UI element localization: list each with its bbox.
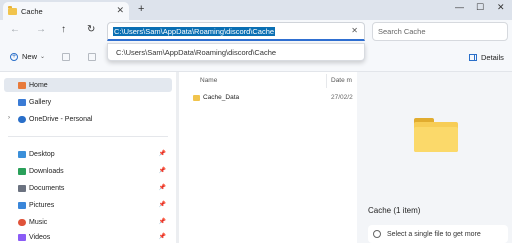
music-icon	[18, 218, 26, 226]
sidebar-item-label: OneDrive - Personal	[29, 115, 93, 123]
sidebar-item-label: Videos	[29, 233, 51, 241]
cut-icon[interactable]	[62, 53, 70, 61]
chevron-right-icon[interactable]: ›	[8, 115, 10, 121]
column-header-name[interactable]: Name	[200, 77, 217, 84]
new-button[interactable]: + New ⌄	[10, 52, 45, 61]
column-separator[interactable]	[326, 74, 327, 88]
folder-icon	[8, 5, 17, 15]
sidebar-item-label: Desktop	[29, 150, 55, 158]
search-input[interactable]: Search Cache	[372, 22, 508, 41]
maximize-button[interactable]: ☐	[476, 2, 484, 13]
videos-icon	[18, 233, 26, 241]
download-icon	[18, 167, 26, 175]
sidebar-item-label: Downloads	[29, 167, 64, 175]
address-input[interactable]: C:\Users\Sam\AppData\Roaming\discord\Cac…	[113, 27, 276, 36]
desktop-icon	[18, 150, 26, 158]
clear-address-icon[interactable]: ✕	[351, 26, 358, 35]
pin-icon[interactable]: 📌	[159, 167, 166, 174]
back-button[interactable]: ←	[10, 24, 20, 35]
chevron-down-icon: ⌄	[40, 54, 46, 60]
sidebar-item-pictures[interactable]: Pictures 📌	[4, 198, 172, 212]
plus-icon: +	[10, 52, 18, 61]
file-row[interactable]: Cache_Data	[193, 94, 239, 101]
sidebar-item-downloads[interactable]: Downloads 📌	[4, 164, 172, 178]
sidebar-item-documents[interactable]: Documents 📌	[4, 181, 172, 195]
cloud-icon	[18, 115, 26, 123]
refresh-button[interactable]: ↻	[87, 24, 95, 35]
preview-info: Select a single file to get more	[368, 225, 508, 243]
new-label: New	[22, 52, 38, 61]
preview-title: Cache (1 item)	[368, 206, 421, 215]
pictures-icon	[18, 201, 26, 209]
pin-icon[interactable]: 📌	[159, 184, 166, 191]
new-tab-button[interactable]: +	[138, 3, 144, 15]
file-date: 27/02/2	[331, 94, 353, 101]
home-icon	[18, 81, 26, 89]
minimize-button[interactable]: —	[455, 2, 464, 12]
details-pane: Cache (1 item) Select a single file to g…	[357, 72, 512, 243]
copy-icon[interactable]	[88, 53, 96, 61]
sidebar-item-gallery[interactable]: Gallery	[4, 95, 172, 109]
folder-icon	[193, 94, 200, 101]
file-list: Name Date m Cache_Data 27/02/2	[179, 72, 357, 243]
sidebar-item-label: Pictures	[29, 201, 55, 209]
address-suggestion[interactable]: C:\Users\Sam\AppData\Roaming\discord\Cac…	[107, 43, 365, 61]
pin-icon[interactable]: 📌	[159, 150, 166, 157]
window-close-button[interactable]: ✕	[497, 2, 505, 13]
sidebar-item-desktop[interactable]: Desktop 📌	[4, 147, 172, 161]
pin-icon[interactable]: 📌	[159, 201, 166, 208]
tab-bar: Cache ✕ + — ☐ ✕	[0, 0, 512, 20]
large-folder-icon	[414, 118, 458, 152]
preview-info-text: Select a single file to get more	[387, 230, 481, 238]
sidebar-item-videos[interactable]: Videos 📌	[4, 230, 172, 243]
sidebar-item-onedrive[interactable]: › OneDrive - Personal	[4, 112, 172, 126]
details-pane-icon	[469, 54, 477, 61]
tab-close-icon[interactable]: ✕	[116, 5, 124, 16]
pin-icon[interactable]: 📌	[159, 233, 166, 240]
address-row: ← → ↑ ↻ C:\Users\Sam\AppData\Roaming\dis…	[0, 20, 512, 43]
sidebar-item-label: Home	[29, 81, 48, 89]
forward-button[interactable]: →	[36, 24, 46, 35]
sidebar-item-label: Music	[29, 218, 48, 226]
details-button[interactable]: Details	[469, 53, 504, 62]
document-icon	[18, 184, 26, 192]
sidebar-item-music[interactable]: Music 📌	[4, 215, 172, 229]
sidebar-item-home[interactable]: Home	[4, 78, 172, 92]
column-header-date[interactable]: Date m	[331, 77, 352, 84]
sidebar-divider	[8, 136, 168, 137]
pin-icon[interactable]: 📌	[159, 218, 166, 225]
up-button[interactable]: ↑	[61, 24, 66, 35]
tab-cache[interactable]: Cache ✕	[3, 2, 129, 20]
info-icon	[373, 230, 381, 238]
sidebar-item-label: Gallery	[29, 98, 52, 106]
address-bar[interactable]: C:\Users\Sam\AppData\Roaming\discord\Cac…	[107, 22, 365, 41]
gallery-icon	[18, 98, 26, 106]
details-label: Details	[481, 53, 504, 62]
navigation-pane: Home Gallery › OneDrive - Personal Deskt…	[0, 72, 176, 243]
file-name: Cache_Data	[203, 94, 240, 101]
tab-title: Cache	[21, 6, 43, 16]
sidebar-item-label: Documents	[29, 184, 65, 192]
